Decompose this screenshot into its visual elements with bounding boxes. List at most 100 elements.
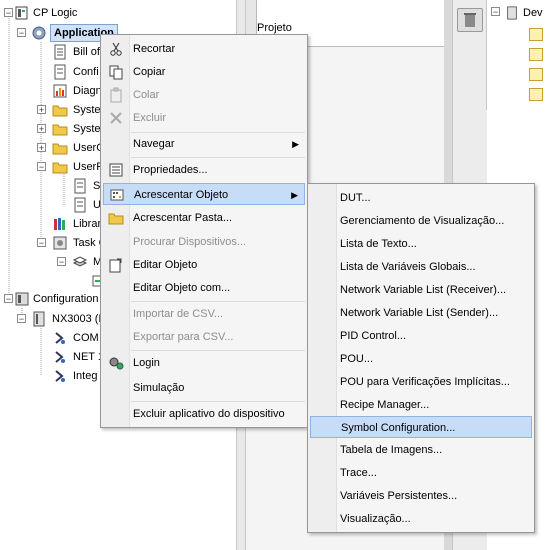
port-icon xyxy=(55,370,65,382)
menu-item-editar-objeto-com[interactable]: Editar Objeto com... xyxy=(103,277,305,299)
document-icon xyxy=(74,178,86,194)
add-object-icon xyxy=(110,189,124,201)
tree-item-cp-logic[interactable]: − CP Logic xyxy=(0,4,236,22)
menu-item-navegar[interactable]: Navegar ▶ xyxy=(103,133,305,155)
submenu-item-variaveis-persistentes[interactable]: Variáveis Persistentes... xyxy=(310,485,532,507)
menu-item-label: Acrescentar Pasta... xyxy=(133,212,233,224)
folder-icon xyxy=(108,213,124,225)
menu-item-excluir-aplicativo[interactable]: Excluir aplicativo do dispositivo xyxy=(103,403,305,425)
menu-item-label: Copiar xyxy=(133,66,166,78)
menu-item-recortar[interactable]: Recortar xyxy=(103,38,305,60)
tree-item-label: NX3003 (N xyxy=(52,313,107,325)
port-icon xyxy=(55,332,65,344)
collapse-icon[interactable]: − xyxy=(4,294,13,304)
menu-item-label: Importar de CSV... xyxy=(133,308,224,320)
menu-item-acrescentar-pasta[interactable]: Acrescentar Pasta... xyxy=(103,207,305,229)
submenu-item-pou-verificacoes[interactable]: POU para Verificações Implícitas... xyxy=(310,371,532,393)
submenu-item-lista-variaveis-globais[interactable]: Lista de Variáveis Globais... xyxy=(310,256,532,278)
project-label: Projeto xyxy=(257,22,292,34)
menu-item-label: Excluir aplicativo do dispositivo xyxy=(133,408,285,420)
collapse-icon[interactable]: − xyxy=(17,314,26,324)
collapse-icon[interactable]: − xyxy=(491,7,500,17)
menu-item-label: Excluir xyxy=(133,112,167,124)
collapse-icon[interactable]: − xyxy=(37,162,46,172)
menu-item-exportar-csv[interactable]: Exportar para CSV... xyxy=(103,326,305,348)
task-stack-icon xyxy=(72,256,88,267)
submenu-item-label: PID Control... xyxy=(340,330,407,342)
submenu-item-symbol-configuration[interactable]: Symbol Configuration... xyxy=(310,416,532,438)
tree-item-label: COM xyxy=(73,332,99,344)
application-gear-icon xyxy=(32,26,46,40)
controller-icon xyxy=(507,6,517,20)
tree-item-label: Integ xyxy=(73,370,98,382)
menu-separator xyxy=(131,157,305,158)
menu-item-label: Editar Objeto com... xyxy=(133,282,231,294)
library-books-icon xyxy=(54,218,65,230)
menu-item-label: Editar Objeto xyxy=(133,259,198,271)
submenu-item-recipe-manager[interactable]: Recipe Manager... xyxy=(310,394,532,416)
tree-item-label: Configuration xyxy=(33,293,99,305)
folder-icon xyxy=(52,143,68,155)
submenu-item-label: Visualização... xyxy=(340,513,411,525)
tree-item-label: Syste xyxy=(73,104,101,116)
devices-header: Dev xyxy=(523,7,543,19)
menu-item-excluir[interactable]: Excluir xyxy=(103,107,305,129)
menu-separator xyxy=(131,401,305,402)
submenu-item-label: Gerenciamento de Visualização... xyxy=(340,215,505,227)
menu-item-login[interactable]: Login xyxy=(103,352,305,374)
collapse-icon[interactable]: − xyxy=(4,8,13,18)
submenu-item-label: Recipe Manager... xyxy=(340,399,430,411)
submenu-item-label: Symbol Configuration... xyxy=(341,422,456,434)
submenu-item-pid-control[interactable]: PID Control... xyxy=(310,325,532,347)
submenu-item-label: POU para Verificações Implícitas... xyxy=(340,376,510,388)
submenu-item-dut[interactable]: DUT... xyxy=(310,187,532,209)
scissors-icon xyxy=(110,42,122,56)
submenu-item-gerenciamento-visualizacao[interactable]: Gerenciamento de Visualização... xyxy=(310,210,532,232)
menu-item-acrescentar-objeto[interactable]: Acrescentar Objeto ▶ xyxy=(103,183,305,205)
collapse-icon[interactable]: − xyxy=(17,28,26,38)
menu-separator xyxy=(131,350,305,351)
expand-icon[interactable]: + xyxy=(37,105,46,115)
login-icon xyxy=(109,357,124,370)
menu-item-procurar-dispositivos[interactable]: Procurar Dispositivos... xyxy=(103,231,305,253)
menu-item-label: Recortar xyxy=(133,43,176,55)
copy-icon xyxy=(109,65,123,80)
menu-item-editar-objeto[interactable]: Editar Objeto xyxy=(103,254,305,276)
collapse-icon[interactable]: − xyxy=(37,238,46,248)
trash-button[interactable] xyxy=(457,8,483,32)
submenu-arrow-icon: ▶ xyxy=(292,139,299,149)
submenu-item-nvl-sender[interactable]: Network Variable List (Sender)... xyxy=(310,302,532,324)
submenu-arrow-icon: ▶ xyxy=(291,190,298,200)
expand-icon[interactable]: + xyxy=(37,143,46,153)
document-list-icon xyxy=(54,44,66,60)
trash-icon xyxy=(464,13,476,27)
menu-item-label: Procurar Dispositivos... xyxy=(133,236,247,248)
submenu-item-visualizacao[interactable]: Visualização... xyxy=(310,508,532,530)
controller-icon xyxy=(33,311,45,327)
menu-separator xyxy=(131,301,305,302)
submenu-item-label: Lista de Texto... xyxy=(340,238,417,250)
collapse-icon[interactable]: − xyxy=(57,257,66,267)
folder-icon xyxy=(52,105,68,117)
menu-item-importar-csv[interactable]: Importar de CSV... xyxy=(103,303,305,325)
menu-item-propriedades[interactable]: Propriedades... xyxy=(103,159,305,181)
submenu-item-label: POU... xyxy=(340,353,374,365)
diagnostic-chart-icon xyxy=(53,84,67,98)
submenu-item-pou[interactable]: POU... xyxy=(310,348,532,370)
menu-item-colar[interactable]: Colar xyxy=(103,84,305,106)
submenu-item-tabela-imagens[interactable]: Tabela de Imagens... xyxy=(310,439,532,461)
module-icon xyxy=(529,28,543,41)
hardware-config-icon xyxy=(15,292,29,306)
submenu-item-trace[interactable]: Trace... xyxy=(310,462,532,484)
menu-item-label: Simulação xyxy=(133,382,185,394)
document-icon xyxy=(54,64,66,80)
expand-icon[interactable]: + xyxy=(37,124,46,134)
plc-icon xyxy=(15,6,28,20)
submenu-item-lista-texto[interactable]: Lista de Texto... xyxy=(310,233,532,255)
submenu-item-label: Tabela de Imagens... xyxy=(340,444,443,456)
menu-item-simulacao[interactable]: Simulação xyxy=(103,377,305,399)
menu-item-copiar[interactable]: Copiar xyxy=(103,61,305,83)
submenu-item-nvl-receiver[interactable]: Network Variable List (Receiver)... xyxy=(310,279,532,301)
module-icon xyxy=(529,48,543,61)
task-config-icon xyxy=(53,236,67,250)
